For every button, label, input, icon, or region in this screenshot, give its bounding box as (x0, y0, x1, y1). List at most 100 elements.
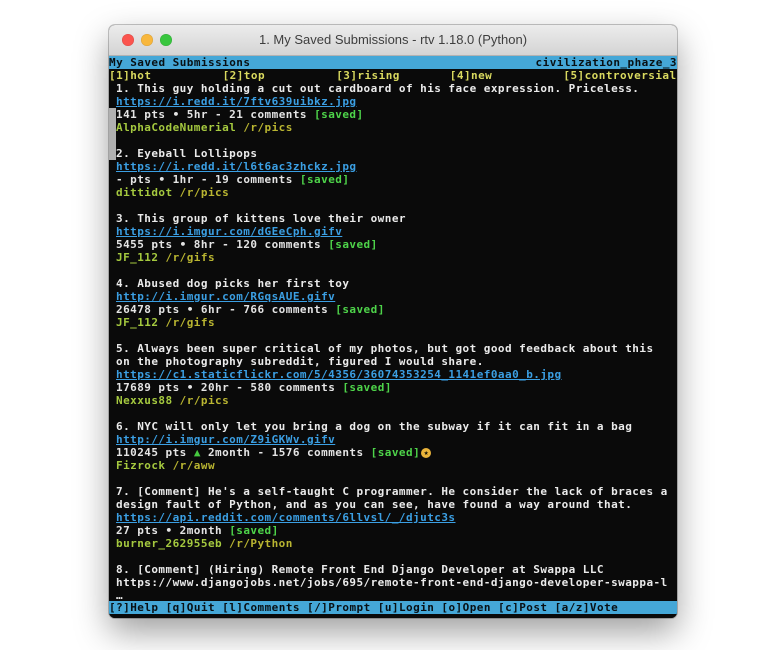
submission-link[interactable]: http://i.imgur.com/RGqsAUE.gifv (116, 290, 335, 303)
submission-item[interactable]: 5. Always been super critical of my phot… (109, 342, 677, 407)
submission-byline-row: Nexxus88 /r/pics (109, 394, 677, 407)
minimize-button[interactable] (141, 34, 153, 46)
submission-stats-row: 141 pts • 5hr - 21 comments [saved] (109, 108, 677, 121)
author-name: AlphaCodeNumerial (116, 121, 236, 134)
subreddit-name: /r/pics (180, 186, 230, 199)
byline-spacer (173, 186, 180, 199)
submission-item[interactable]: 4. Abused dog picks her first toyhttp://… (109, 277, 677, 329)
submission-title-line: 4. Abused dog picks her first toy (109, 277, 677, 290)
subreddit-name: /r/gifs (166, 316, 216, 329)
saved-badge: [saved] (229, 524, 279, 537)
submission-item[interactable]: 3. This group of kittens love their owne… (109, 212, 677, 264)
submission-link-row: http://i.imgur.com/RGqsAUE.gifv (109, 290, 677, 303)
saved-badge: [saved] (335, 303, 385, 316)
tab-controversial[interactable]: [5]controversial (563, 69, 677, 82)
score-label: 5455 pts (116, 238, 180, 251)
age-comments-label: 8hr - 120 comments (187, 238, 328, 251)
submission-link[interactable]: https://i.redd.it/l6t6ac3zhckz.jpg (116, 160, 356, 173)
submission-link-row: https://api.reddit.com/comments/6llvsl/_… (109, 511, 677, 524)
byline-spacer (158, 316, 165, 329)
submission-byline-row: burner_262955eb /r/Python (109, 537, 677, 550)
gilded-star-icon: ★ (421, 448, 431, 458)
close-button[interactable] (122, 34, 134, 46)
author-name: dittidot (116, 186, 173, 199)
author-name: JF_112 (116, 316, 158, 329)
saved-badge: [saved] (371, 446, 421, 459)
tab-new[interactable]: [4]new (450, 69, 564, 82)
submission-stats-row: 27 pts • 2month [saved] (109, 524, 677, 537)
submission-link[interactable]: http://i.imgur.com/Z9iGKWv.gifv (116, 433, 335, 446)
byline-spacer (173, 394, 180, 407)
page-title: My Saved Submissions (109, 56, 250, 69)
submission-title-line: 8. [Comment] (Hiring) Remote Front End D… (109, 563, 677, 576)
help-statusline: [?]Help [q]Quit [l]Comments [/]Prompt [u… (109, 601, 677, 614)
submission-item[interactable]: 6. NYC will only let you bring a dog on … (109, 420, 677, 472)
submission-link-row: https://i.imgur.com/dGEeCph.gifv (109, 225, 677, 238)
saved-badge: [saved] (328, 238, 378, 251)
submission-stats-row: - pts • 1hr - 19 comments [saved] (109, 173, 677, 186)
submission-title-line: 6. NYC will only let you bring a dog on … (109, 420, 677, 433)
submission-link[interactable]: https://api.reddit.com/comments/6llvsl/_… (116, 511, 455, 524)
zoom-button[interactable] (160, 34, 172, 46)
bullet-separator: • (166, 524, 173, 537)
tab-top[interactable]: [2]top (223, 69, 337, 82)
byline-spacer (166, 459, 173, 472)
subreddit-name: /r/pics (243, 121, 293, 134)
age-comments-label: 5hr - 21 comments (180, 108, 314, 121)
saved-badge: [saved] (300, 173, 350, 186)
submission-item[interactable]: 2. Eyeball Lollipopshttps://i.redd.it/l6… (109, 147, 677, 199)
window-titlebar: 1. My Saved Submissions - rtv 1.18.0 (Py… (109, 25, 677, 56)
submission-list: 1. This guy holding a cut out cardboard … (109, 82, 677, 602)
upvote-arrow-icon: ▲ (194, 446, 201, 459)
submission-link[interactable]: https://i.redd.it/7ftv639uibkz.jpg (116, 95, 356, 108)
tab-hot[interactable]: [1]hot (109, 69, 223, 82)
submission-link-row: https://i.redd.it/l6t6ac3zhckz.jpg (109, 160, 677, 173)
age-comments-label: 2month (173, 524, 230, 537)
bullet-separator: • (187, 303, 194, 316)
submission-item[interactable]: 1. This guy holding a cut out cardboard … (109, 82, 677, 134)
author-name: Nexxus88 (116, 394, 173, 407)
app-window: 1. My Saved Submissions - rtv 1.18.0 (Py… (109, 25, 677, 618)
age-comments-label: 2month - 1576 comments (201, 446, 371, 459)
tab-rising[interactable]: [3]rising (336, 69, 450, 82)
bullet-separator: • (158, 173, 165, 186)
submission-title-line: 3. This group of kittens love their owne… (109, 212, 677, 225)
submission-byline-row: JF_112 /r/gifs (109, 316, 677, 329)
status-header: My Saved Submissions civilization_phaze_… (109, 56, 677, 69)
submission-title-line: 2. Eyeball Lollipops (109, 147, 677, 160)
submission-title-line: 1. This guy holding a cut out cardboard … (109, 82, 677, 95)
submission-link-row: https://c1.staticflickr.com/5/4356/36074… (109, 368, 677, 381)
submission-title-line: 7. [Comment] He's a self-taught C progra… (109, 485, 677, 498)
author-name: JF_112 (116, 251, 158, 264)
selection-cursor-bar (109, 108, 116, 160)
saved-badge: [saved] (314, 108, 364, 121)
submission-byline-row: AlphaCodeNumerial /r/pics (109, 121, 677, 134)
submission-link-row: https://i.redd.it/7ftv639uibkz.jpg (109, 95, 677, 108)
sort-tabs: [1]hot [2]top [3]rising [4]new [5]contro… (109, 69, 677, 82)
window-controls (122, 34, 172, 46)
subreddit-name: /r/aww (173, 459, 215, 472)
score-label: 27 pts (116, 524, 166, 537)
submission-byline-row: Fizrock /r/aww (109, 459, 677, 472)
age-comments-label: 1hr - 19 comments (166, 173, 300, 186)
submission-stats-row: 5455 pts • 8hr - 120 comments [saved] (109, 238, 677, 251)
submission-item[interactable]: 8. [Comment] (Hiring) Remote Front End D… (109, 563, 677, 602)
submission-title-line: design fault of Python, and as you can s… (109, 498, 677, 511)
bullet-separator: • (187, 381, 194, 394)
author-name: burner_262955eb (116, 537, 222, 550)
submission-link[interactable]: https://i.imgur.com/dGEeCph.gifv (116, 225, 342, 238)
submission-byline-row: dittidot /r/pics (109, 186, 677, 199)
age-comments-label: 20hr - 580 comments (194, 381, 343, 394)
logged-in-username: civilization_phaze_3 (536, 56, 677, 69)
score-label: 141 pts (116, 108, 173, 121)
submission-stats-row: 17689 pts • 20hr - 580 comments [saved] (109, 381, 677, 394)
submission-stats-row: 26478 pts • 6hr - 766 comments [saved] (109, 303, 677, 316)
submission-byline-row: JF_112 /r/gifs (109, 251, 677, 264)
submission-link[interactable]: https://c1.staticflickr.com/5/4356/36074… (116, 368, 562, 381)
age-comments-label: 6hr - 766 comments (194, 303, 335, 316)
rtv-terminal: My Saved Submissions civilization_phaze_… (109, 56, 677, 618)
submission-title-line: on the photography subreddit, figured I … (109, 355, 677, 368)
submission-item[interactable]: 7. [Comment] He's a self-taught C progra… (109, 485, 677, 550)
saved-badge: [saved] (342, 381, 392, 394)
submission-stats-row: 110245 pts ▲ 2month - 1576 comments [sav… (109, 446, 677, 459)
